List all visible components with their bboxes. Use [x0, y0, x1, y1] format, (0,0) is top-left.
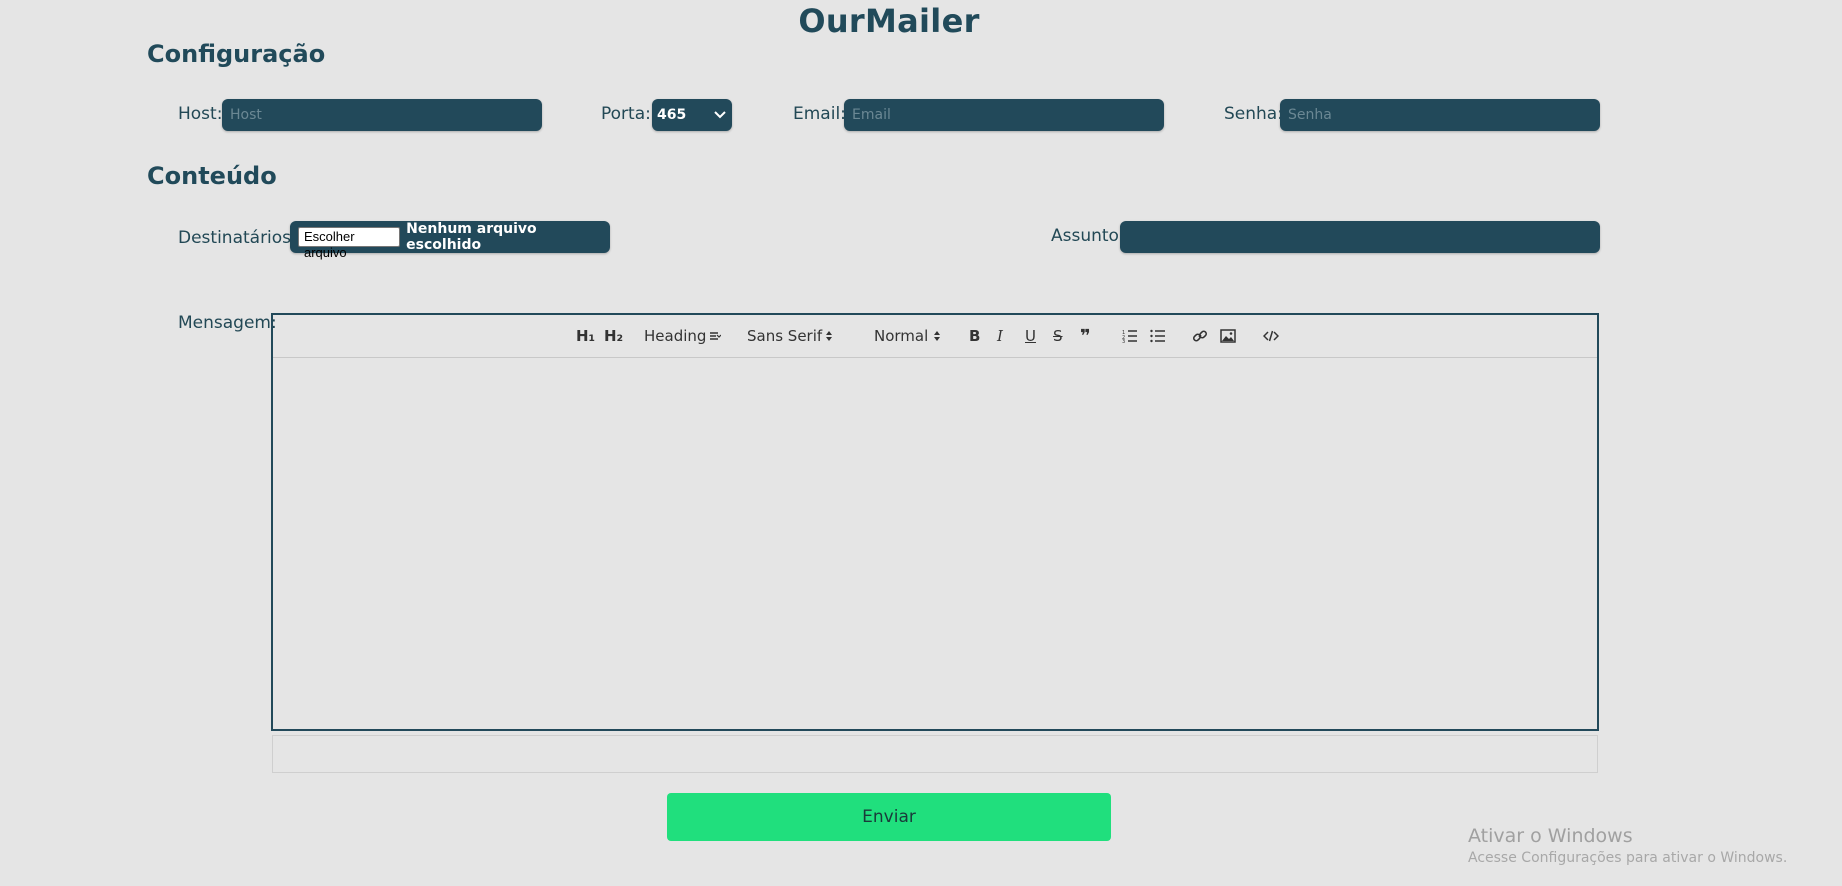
size-picker[interactable]: Normal [874, 326, 941, 346]
subject-field [1120, 221, 1600, 253]
code-icon [1263, 330, 1279, 342]
host-input[interactable] [222, 99, 542, 131]
italic-icon: I [997, 327, 1003, 345]
h1-button[interactable]: H₁ [576, 326, 595, 346]
activation-watermark-title: Ativar o Windows [1468, 825, 1633, 847]
email-field [844, 99, 1164, 131]
quote-icon: ❞ [1080, 325, 1091, 347]
h2-icon: H₂ [604, 327, 624, 345]
content-section-title: Conteúdo [147, 162, 277, 190]
ordered-list-icon: 1 2 3 [1122, 330, 1137, 343]
password-label: Senha: [1224, 104, 1283, 124]
message-label: Mensagem: [178, 313, 277, 333]
heading-picker-icon [710, 332, 722, 340]
send-button[interactable]: Enviar [667, 793, 1111, 841]
strike-icon: S [1053, 327, 1063, 345]
subject-label: Assunto: [1051, 226, 1125, 246]
underline-icon: U [1025, 327, 1036, 345]
password-field [1280, 99, 1600, 131]
email-input[interactable] [844, 99, 1164, 131]
updown-arrows-icon [934, 331, 941, 341]
image-button[interactable] [1220, 326, 1236, 346]
email-label: Email: [793, 104, 846, 124]
svg-text:3: 3 [1122, 339, 1125, 343]
h2-button[interactable]: H₂ [604, 326, 623, 346]
app-title: OurMailer [798, 2, 980, 40]
file-status-text: Nenhum arquivo escolhido [406, 221, 537, 253]
code-block-button[interactable] [1263, 326, 1279, 346]
ordered-list-button[interactable]: 1 2 3 [1122, 326, 1138, 346]
editor-footer [272, 735, 1598, 773]
host-label: Host: [178, 104, 223, 124]
link-icon [1192, 330, 1208, 342]
font-picker[interactable]: Sans Serif [747, 326, 833, 346]
config-section-title: Configuração [147, 40, 326, 68]
bullet-list-button[interactable] [1150, 326, 1166, 346]
blockquote-button[interactable]: ❞ [1080, 325, 1091, 347]
italic-button[interactable]: I [997, 326, 1003, 346]
heading-picker-label: Heading [644, 327, 707, 345]
bold-icon: B [969, 327, 981, 345]
password-input[interactable] [1280, 99, 1600, 131]
activation-watermark-text: Acesse Configurações para ativar o Windo… [1468, 850, 1788, 866]
subject-input[interactable] [1120, 221, 1600, 253]
link-button[interactable] [1192, 326, 1208, 346]
bullet-list-icon [1150, 329, 1165, 343]
send-button-label: Enviar [862, 807, 916, 827]
editor-toolbar: H₁ H₂ Heading Sans Serif Normal B I U S … [273, 315, 1597, 358]
underline-button[interactable]: U [1025, 326, 1036, 346]
strike-button[interactable]: S [1053, 326, 1063, 346]
size-picker-label: Normal [874, 327, 929, 345]
font-picker-label: Sans Serif [747, 327, 823, 345]
port-select[interactable]: 465 [652, 99, 732, 131]
image-icon [1220, 329, 1236, 343]
editor-content-area[interactable] [273, 358, 1597, 729]
chevron-down-icon [714, 111, 726, 119]
message-editor: H₁ H₂ Heading Sans Serif Normal B I U S … [271, 313, 1599, 731]
recipients-label: Destinatários: [178, 228, 297, 248]
port-selected-value: 465 [657, 107, 687, 123]
bold-button[interactable]: B [969, 326, 980, 346]
updown-arrows-icon [826, 331, 833, 341]
h1-icon: H₁ [576, 327, 596, 345]
recipients-file-input[interactable]: Escolher arquivo Nenhum arquivo escolhid… [290, 221, 610, 260]
heading-picker[interactable]: Heading [644, 326, 722, 346]
port-label: Porta: [601, 104, 651, 124]
choose-file-button[interactable]: Escolher arquivo [298, 227, 401, 260]
host-field [222, 99, 542, 131]
